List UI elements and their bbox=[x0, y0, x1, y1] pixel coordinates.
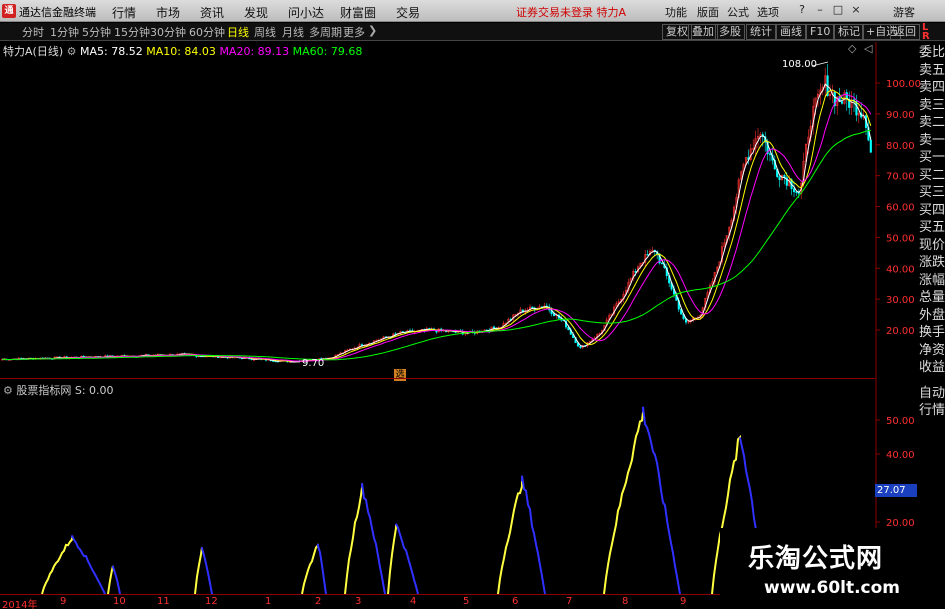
quote-field-3[interactable]: 卖三 bbox=[919, 98, 945, 114]
quote-field-14[interactable]: 总量 bbox=[919, 290, 945, 306]
quote-field-0[interactable]: 委比 bbox=[919, 45, 945, 61]
watermark-text: 乐淘公式网 bbox=[748, 544, 884, 574]
quote-field-16[interactable]: 换手 bbox=[919, 325, 945, 341]
watermark-url: www.60lt.com bbox=[764, 578, 901, 598]
time-tick-10: 6 bbox=[512, 596, 519, 607]
quote-field-11[interactable]: 现价 bbox=[919, 238, 945, 254]
auto-quote-0[interactable]: 自动 bbox=[919, 386, 945, 402]
quote-field-2[interactable]: 卖四 bbox=[919, 80, 945, 96]
quote-field-13[interactable]: 涨幅 bbox=[919, 273, 945, 289]
quote-field-6[interactable]: 买一 bbox=[919, 150, 945, 166]
time-tick-6: 2 bbox=[315, 596, 322, 607]
time-tick-7: 3 bbox=[355, 596, 362, 607]
quote-field-18[interactable]: 收益 bbox=[919, 360, 945, 376]
time-tick-2: 10 bbox=[113, 596, 126, 607]
time-tick-12: 8 bbox=[622, 596, 629, 607]
indicator-current-value: 27.07 bbox=[875, 484, 917, 497]
time-tick-13: 9 bbox=[680, 596, 687, 607]
indicator-axis: 50.0040.0020.00 bbox=[876, 416, 915, 529]
indicator-tick-label: 50.00 bbox=[886, 416, 915, 427]
time-tick-11: 7 bbox=[566, 596, 573, 607]
quote-field-15[interactable]: 外盘 bbox=[919, 308, 945, 324]
auto-quote-1[interactable]: 行情 bbox=[919, 403, 945, 419]
quote-field-5[interactable]: 卖一 bbox=[919, 133, 945, 149]
time-tick-1: 9 bbox=[60, 596, 67, 607]
quote-field-12[interactable]: 涨跌 bbox=[919, 255, 945, 271]
quote-field-17[interactable]: 净资 bbox=[919, 343, 945, 359]
time-tick-0: 2014年 bbox=[2, 600, 38, 609]
time-tick-9: 5 bbox=[463, 596, 470, 607]
quote-field-1[interactable]: 卖五 bbox=[919, 63, 945, 79]
time-tick-4: 12 bbox=[205, 596, 218, 607]
quote-field-8[interactable]: 买三 bbox=[919, 185, 945, 201]
quote-field-7[interactable]: 买二 bbox=[919, 168, 945, 184]
quote-field-9[interactable]: 买四 bbox=[919, 203, 945, 219]
time-tick-8: 4 bbox=[410, 596, 417, 607]
quote-field-10[interactable]: 买五 bbox=[919, 220, 945, 236]
indicator-tick-label: 40.00 bbox=[886, 450, 915, 461]
time-tick-3: 11 bbox=[157, 596, 170, 607]
quote-field-4[interactable]: 卖二 bbox=[919, 115, 945, 131]
time-tick-5: 1 bbox=[265, 596, 272, 607]
